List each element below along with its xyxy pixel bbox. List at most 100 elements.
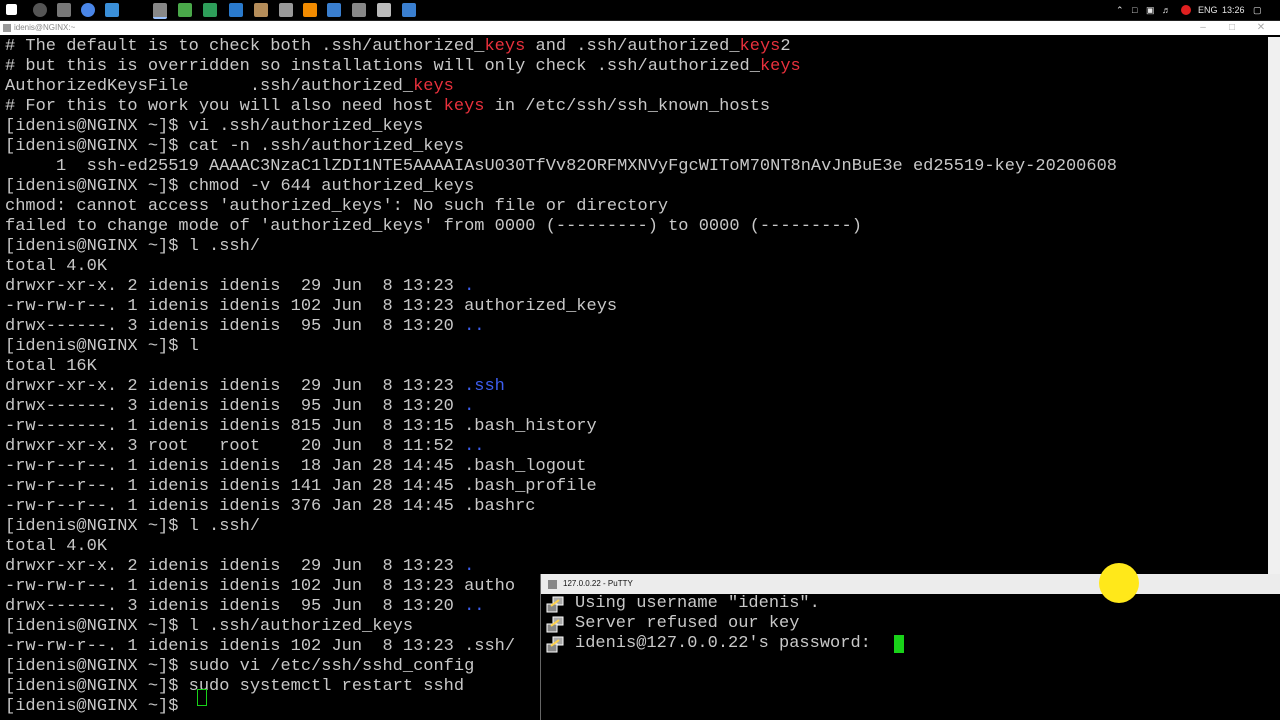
clock[interactable]: 13:26 (1222, 0, 1245, 20)
network-icon[interactable]: ▣ (1146, 0, 1155, 20)
terminal-line: drwx------. 3 idenis idenis 95 Jun 8 13:… (5, 397, 474, 417)
password-prompt[interactable]: idenis@127.0.0.22's password: (575, 634, 881, 654)
terminal-line: total 4.0K (5, 537, 107, 557)
language-indicator[interactable]: ENG (1198, 0, 1218, 20)
close-button[interactable]: ✕ (1251, 21, 1271, 35)
terminal-text: # but this is overridden so installation… (5, 57, 760, 76)
putty-login-line: Server refused our key (575, 614, 800, 633)
terminal-text: drwx------. 3 idenis idenis 95 Jun 8 13:… (5, 317, 465, 336)
app-icon[interactable] (105, 3, 119, 17)
maximize-button[interactable]: □ (1222, 21, 1242, 35)
terminal-line: chmod: cannot access 'authorized_keys': … (5, 197, 668, 217)
terminal-text: drwxr-xr-x. 3 root root 20 Jun 8 11:52 (5, 437, 465, 456)
app-icon-4[interactable] (352, 3, 366, 17)
vscode-icon[interactable] (229, 3, 243, 17)
terminal-text: AuthorizedKeysFile .ssh/authorized_ (5, 77, 414, 96)
main-window-title: idenis@NGINX:~ (14, 23, 76, 32)
click-highlight (1099, 563, 1139, 603)
terminal-text: . (464, 557, 475, 576)
putty-line-icon (546, 596, 564, 613)
chevron-up-icon[interactable]: ⌃ (1116, 0, 1124, 20)
terminal-text: [idenis@NGINX ~]$ l (5, 337, 199, 356)
app-icon-6[interactable] (402, 3, 416, 17)
terminal-text: and .ssh/authorized_ (525, 37, 740, 56)
terminal-text: [idenis@NGINX ~]$ l .ssh/authorized_keys (5, 617, 414, 636)
terminal-text: .. (464, 317, 485, 336)
windows-start-icon[interactable] (6, 4, 17, 15)
putty-icon[interactable] (153, 3, 167, 19)
putty-login-window[interactable]: 127.0.0.22 - PuTTY Using username "ideni… (540, 574, 1280, 720)
terminal-text: keys (443, 97, 485, 116)
terminal-text: -rw-r--r--. 1 idenis idenis 376 Jan 28 1… (5, 497, 536, 516)
terminal-line: drwxr-xr-x. 2 idenis idenis 29 Jun 8 13:… (5, 377, 505, 397)
terminal-text: in /etc/ssh/ssh_known_hosts (484, 97, 771, 116)
terminal-line: drwxr-xr-x. 2 idenis idenis 29 Jun 8 13:… (5, 557, 474, 577)
terminal-line: -rw-r--r--. 1 idenis idenis 18 Jan 28 14… (5, 457, 587, 477)
terminal-line: drwx------. 3 idenis idenis 95 Jun 8 13:… (5, 317, 484, 337)
terminal-text: keys (759, 57, 801, 76)
terminal-line: [idenis@NGINX ~]$ chmod -v 644 authorize… (5, 177, 474, 197)
terminal-text: -rw-rw-r--. 1 idenis idenis 102 Jun 8 13… (5, 637, 516, 656)
terminal-text: -rw-r--r--. 1 idenis idenis 18 Jan 28 14… (5, 457, 587, 476)
putty-window-icon (548, 580, 557, 589)
terminal-line: # For this to work you will also need ho… (5, 97, 770, 117)
terminal-text: total 4.0K (5, 537, 108, 556)
terminal-line: AuthorizedKeysFile .ssh/authorized_keys (5, 77, 454, 97)
putty-login-titlebar[interactable]: 127.0.0.22 - PuTTY (541, 574, 1280, 594)
terminal-line: [idenis@NGINX ~]$ l .ssh/authorized_keys (5, 617, 413, 637)
terminal-text: drwx------. 3 idenis idenis 95 Jun 8 13:… (5, 597, 465, 616)
terminal-line: total 16K (5, 357, 97, 377)
terminal-text: [idenis@NGINX ~]$ sudo vi /etc/ssh/sshd_… (5, 657, 475, 676)
app-green-icon[interactable] (203, 3, 217, 17)
putty-login-title: 127.0.0.22 - PuTTY (563, 579, 633, 588)
notification-icon[interactable]: ▢ (1253, 0, 1262, 20)
terminal-text: total 16K (5, 357, 97, 376)
terminal-line: drwx------. 3 idenis idenis 95 Jun 8 13:… (5, 597, 484, 617)
terminal-text: [idenis@NGINX ~]$ chmod -v 644 authorize… (5, 177, 475, 196)
terminal-line: -rw-rw-r--. 1 idenis idenis 102 Jun 8 13… (5, 297, 617, 317)
terminal-line: -rw-rw-r--. 1 idenis idenis 102 Jun 8 13… (5, 577, 515, 597)
terminal-line: failed to change mode of 'authorized_key… (5, 217, 862, 237)
terminal-text: [idenis@NGINX ~]$ cat -n .ssh/authorized… (5, 137, 465, 156)
terminal-text: drwxr-xr-x. 2 idenis idenis 29 Jun 8 13:… (5, 377, 465, 396)
putty-login-terminal[interactable]: Using username "idenis". Server refused … (541, 594, 1280, 720)
putty-line-icon (546, 616, 564, 633)
record-icon[interactable] (1181, 5, 1191, 15)
terminal-text: keys (484, 37, 526, 56)
cortana-icon[interactable] (33, 3, 47, 17)
app-icon-3[interactable] (327, 3, 341, 17)
main-window-titlebar[interactable]: idenis@NGINX:~ – □ ✕ (0, 21, 1280, 35)
putty-line-icon (546, 636, 564, 653)
terminal-text: . (464, 277, 475, 296)
minimize-button[interactable]: – (1193, 21, 1213, 35)
terminal-text: [idenis@NGINX ~]$ (5, 697, 189, 716)
terminal-text: # For this to work you will also need ho… (5, 97, 444, 116)
vlc-icon[interactable] (303, 3, 317, 17)
terminal-line: [idenis@NGINX ~]$ sudo systemctl restart… (5, 677, 464, 697)
app-icon-5[interactable] (377, 3, 391, 17)
terminal-text: failed to change mode of 'authorized_key… (5, 217, 862, 236)
terminal-text: [idenis@NGINX ~]$ vi .ssh/authorized_key… (5, 117, 424, 136)
terminal-text: chmod: cannot access 'authorized_keys': … (5, 197, 669, 216)
terminal-text: -rw-rw-r--. 1 idenis idenis 102 Jun 8 13… (5, 297, 618, 316)
tablet-icon[interactable]: □ (1132, 0, 1137, 20)
terminal-text: [idenis@NGINX ~]$ sudo systemctl restart… (5, 677, 465, 696)
terminal-line: [idenis@NGINX ~]$ l .ssh/ (5, 237, 260, 257)
terminal-text: drwx------. 3 idenis idenis 95 Jun 8 13:… (5, 397, 465, 416)
app-icon-2[interactable] (279, 3, 293, 17)
volume-icon[interactable]: ♬ (1162, 0, 1171, 20)
browser-icon[interactable] (57, 3, 71, 17)
chrome-icon[interactable] (81, 3, 95, 17)
notepad-icon[interactable] (178, 3, 192, 17)
terminal-cursor (197, 689, 207, 706)
terminal-line: 1 ssh-ed25519 AAAAC3NzaC1lZDI1NTE5AAAAIA… (5, 157, 1117, 177)
terminal-text: drwxr-xr-x. 2 idenis idenis 29 Jun 8 13:… (5, 557, 465, 576)
terminal-line: [idenis@NGINX ~]$ sudo vi /etc/ssh/sshd_… (5, 657, 474, 677)
terminal-text: keys (739, 37, 781, 56)
terminal-text: 1 ssh-ed25519 AAAAC3NzaC1lZDI1NTE5AAAAIA… (5, 157, 1117, 176)
terminal-text: [idenis@NGINX ~]$ l .ssh/ (5, 517, 261, 536)
gimp-icon[interactable] (254, 3, 268, 17)
terminal-line: [idenis@NGINX ~]$ cat -n .ssh/authorized… (5, 137, 464, 157)
terminal-line: -rw-rw-r--. 1 idenis idenis 102 Jun 8 13… (5, 637, 515, 657)
taskbar: ⌃ □ ▣ ♬ ENG 13:26 ▢ (0, 0, 1280, 21)
